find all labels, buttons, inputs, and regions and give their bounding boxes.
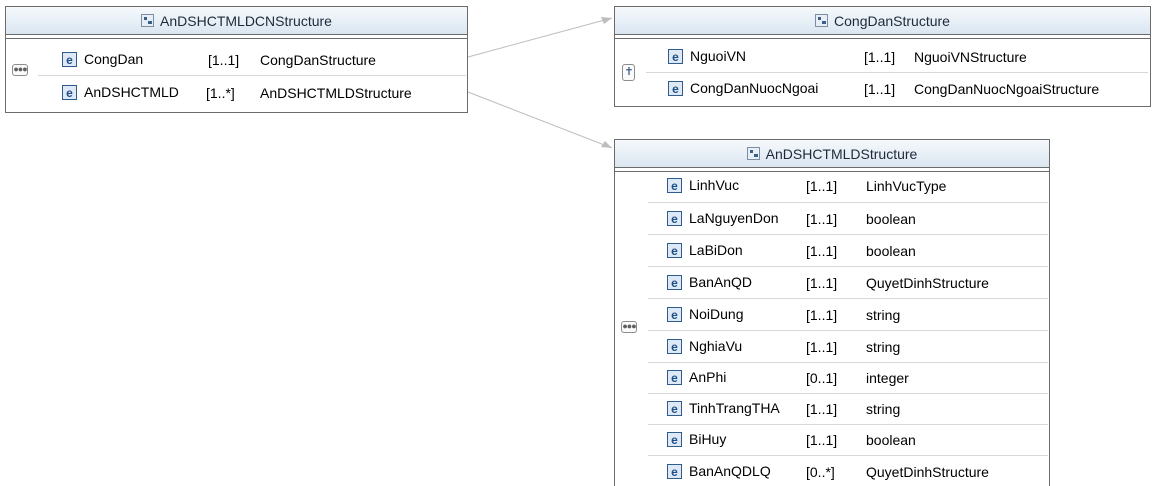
element-icon: e [667, 463, 682, 479]
element-row[interactable]: e BanAnQD [667, 270, 752, 294]
element-icon: e [668, 80, 683, 96]
element-cardinality: [0..1] [806, 370, 838, 386]
element-name: TinhTrangTHA [689, 400, 780, 416]
element-icon: e [667, 338, 682, 354]
element-type: string [866, 339, 901, 355]
element-name: LaNguyenDon [689, 210, 779, 226]
sequence-icon[interactable]: ●●● [12, 64, 28, 76]
box-header: AnDSHCTMLDCNStructure [6, 7, 467, 35]
box-title: AnDSHCTMLDCNStructure [160, 12, 332, 29]
element-cardinality: [1..1] [806, 432, 838, 448]
element-name: CongDanNuocNgoai [690, 80, 819, 96]
element-name: NghiaVu [689, 338, 743, 354]
element-type: integer [866, 370, 909, 386]
element-type: boolean [866, 211, 916, 227]
box-title: AnDSHCTMLDStructure [765, 145, 918, 162]
element-row[interactable]: e NghiaVu [667, 334, 742, 358]
element-row[interactable]: e LinhVuc [667, 173, 739, 197]
element-cardinality: [1..*] [206, 85, 235, 101]
element-row[interactable]: e TinhTrangTHA [667, 396, 780, 420]
element-row[interactable]: e AnPhi [667, 365, 726, 389]
box-header: AnDSHCTMLDStructure [615, 140, 1049, 168]
element-cardinality: [1..1] [208, 52, 240, 68]
element-icon: e [667, 306, 682, 322]
element-type: boolean [866, 432, 916, 448]
element-icon: e [62, 51, 77, 67]
element-icon: e [667, 242, 682, 258]
element-row[interactable]: e CongDanNuocNgoai [668, 76, 818, 100]
element-name: NoiDung [689, 306, 744, 322]
element-type: string [866, 307, 901, 323]
element-cardinality: [1..1] [806, 178, 838, 194]
element-cardinality: [1..1] [806, 211, 838, 227]
element-icon: e [667, 431, 682, 447]
element-row[interactable]: e LaNguyenDon [667, 206, 779, 230]
element-cardinality: [1..1] [806, 275, 838, 291]
choice-icon[interactable]: ✝ [622, 64, 635, 81]
element-type: NguoiVNStructure [914, 49, 1027, 65]
element-icon: e [667, 177, 682, 193]
element-cardinality: [1..1] [806, 307, 838, 323]
element-row[interactable]: e BiHuy [667, 427, 726, 451]
complex-type-icon [746, 147, 760, 160]
element-type: CongDanStructure [260, 52, 376, 68]
element-name: AnDSHCTMLD [84, 84, 179, 100]
element-cardinality: [1..1] [806, 401, 838, 417]
element-row[interactable]: e CongDan [62, 47, 143, 71]
element-icon: e [62, 84, 77, 100]
element-cardinality: [1..1] [864, 81, 896, 97]
element-name: NguoiVN [690, 48, 747, 64]
element-icon: e [667, 210, 682, 226]
complex-type-icon [815, 14, 829, 27]
element-row[interactable]: e AnDSHCTMLD [62, 80, 179, 104]
element-icon: e [667, 400, 682, 416]
element-type: QuyetDinhStructure [866, 275, 989, 291]
element-cardinality: [1..1] [806, 339, 838, 355]
element-cardinality: [1..1] [864, 49, 896, 65]
box-header: CongDanStructure [615, 7, 1150, 35]
element-name: LinhVuc [689, 177, 740, 193]
element-name: BiHuy [689, 431, 727, 447]
element-type: CongDanNuocNgoaiStructure [914, 81, 1100, 97]
element-type: AnDSHCTMLDStructure [260, 85, 412, 101]
element-type: string [866, 401, 901, 417]
element-type: LinhVucType [866, 178, 947, 194]
element-icon: e [668, 48, 683, 64]
element-row[interactable]: e NoiDung [667, 302, 743, 326]
element-row[interactable]: e LaBiDon [667, 238, 743, 262]
element-cardinality: [1..1] [806, 243, 838, 259]
element-type: boolean [866, 243, 916, 259]
element-type: QuyetDinhStructure [866, 464, 989, 480]
element-row[interactable]: e NguoiVN [668, 44, 746, 68]
element-name: AnPhi [689, 369, 727, 385]
box-title: CongDanStructure [834, 12, 950, 29]
element-row[interactable]: e BanAnQDLQ [667, 459, 771, 483]
sequence-icon[interactable]: ●●● [621, 321, 637, 333]
element-name: BanAnQD [689, 274, 753, 290]
element-name: LaBiDon [689, 242, 743, 258]
complex-type-icon [141, 14, 155, 27]
element-icon: e [667, 274, 682, 290]
element-icon: e [667, 369, 682, 385]
element-name: BanAnQDLQ [689, 463, 771, 479]
element-cardinality: [0..*] [806, 464, 835, 480]
element-name: CongDan [84, 51, 144, 67]
